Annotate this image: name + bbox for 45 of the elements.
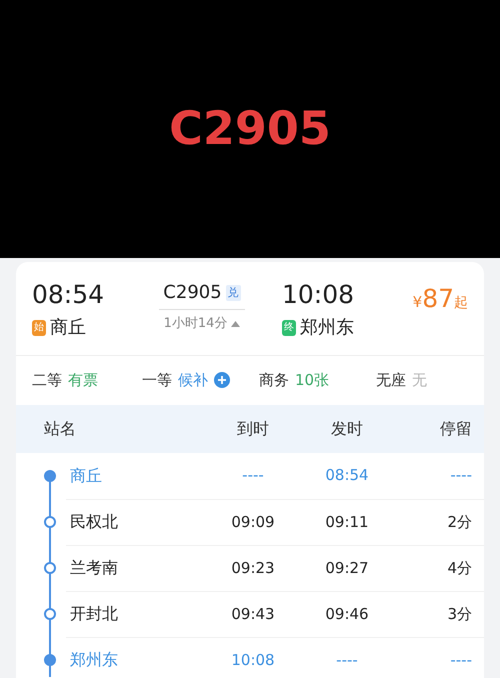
departure-time-cell-text: ---- <box>335 650 359 671</box>
station-name: 开封北 <box>69 603 119 625</box>
station-name: 民权北 <box>69 511 119 533</box>
departure-time-cell-text: 09:46 <box>324 604 370 625</box>
seat-class: 无座 <box>376 370 406 391</box>
column-header: 发时 <box>330 418 364 440</box>
arrival-station: 郑州东 <box>300 316 354 340</box>
station-name: 兰考南 <box>69 557 119 579</box>
duration-toggle[interactable]: 1小时14分 <box>164 314 240 334</box>
departure-time-cell-text: 08:54 <box>324 465 370 486</box>
arrival-time-cell-text: 09:43 <box>230 604 276 625</box>
banner-title: C2905 <box>169 100 331 156</box>
arrival-time-cell-text: 09:09 <box>230 512 276 533</box>
price: ¥87起 <box>412 283 468 310</box>
column-header: 站名 <box>43 418 77 440</box>
origin-badge: 始 <box>32 320 46 336</box>
seat-availability: 无 <box>412 370 427 391</box>
stop-duration-cell-text: 2分 <box>446 512 472 533</box>
terminal-badge: 终 <box>282 320 296 336</box>
caret-up-icon <box>231 320 240 327</box>
seat-availability: 候补 <box>178 370 208 391</box>
train-number: C2905 <box>163 281 222 305</box>
arrival-time: 10:08 <box>282 280 354 310</box>
column-header: 到时 <box>236 418 270 440</box>
arrival-time-cell-text: 09:23 <box>230 558 276 579</box>
arrival-time-cell-text: 10:08 <box>230 650 276 671</box>
station-name: 商丘 <box>69 464 103 486</box>
train-type-badge: 兑 <box>226 284 241 302</box>
seat-class: 一等 <box>142 370 172 391</box>
seat-availability: 10张 <box>295 370 330 391</box>
departure-time: 08:54 <box>32 280 106 310</box>
stop-duration-cell-text: ---- <box>449 650 472 671</box>
stop-duration-cell-text: 3分 <box>446 604 472 625</box>
arrival-time-cell-text: ---- <box>241 465 265 486</box>
stop-duration-cell-text: ---- <box>449 465 472 486</box>
plus-icon[interactable] <box>214 372 230 388</box>
seat-availability: 有票 <box>68 370 98 391</box>
seat-class: 二等 <box>32 370 62 391</box>
departure-time-cell-text: 09:11 <box>324 512 370 533</box>
departure-time-cell-text: 09:27 <box>324 558 370 579</box>
station-name: 郑州东 <box>69 649 119 671</box>
departure-station: 商丘 <box>50 316 86 340</box>
column-header: 停留 <box>439 418 472 440</box>
stop-duration-cell-text: 4分 <box>446 558 472 579</box>
seat-class: 商务 <box>259 370 289 391</box>
